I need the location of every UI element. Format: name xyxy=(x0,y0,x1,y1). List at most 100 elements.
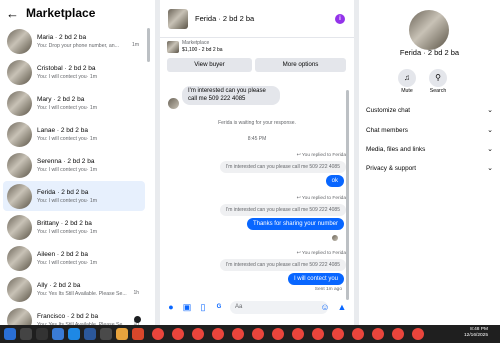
scrollbar[interactable] xyxy=(346,90,349,300)
conversation-preview: You: I will contect you· 1m xyxy=(37,228,98,235)
chrome-icon[interactable] xyxy=(292,328,304,340)
chevron-down-icon: ⌄ xyxy=(487,107,493,114)
emoji-icon[interactable]: ☺ xyxy=(320,302,330,312)
task-view-icon[interactable] xyxy=(36,328,48,340)
conversation-item[interactable]: Cristobal · 2 bd 2 ba You: I will contect… xyxy=(3,57,145,87)
unread-dot xyxy=(134,316,141,323)
listing-price: $1,100 - 2 bd 2 ba xyxy=(182,46,223,53)
view-buyer-button[interactable]: View buyer xyxy=(167,58,252,72)
chrome-icon[interactable] xyxy=(212,328,224,340)
conversation-preview: You: Drop your phone number, an... xyxy=(37,42,119,49)
listing-summary[interactable]: Marketplace $1,100 - 2 bd 2 ba xyxy=(167,40,223,53)
replied-label: ↩ You replied to Ferida xyxy=(296,251,346,256)
conversation-item[interactable]: Francisco · 2 bd 2 ba You: Yes Its Still … xyxy=(3,305,145,325)
info-icon[interactable]: i xyxy=(335,14,345,24)
conversation-list-pane: ← Marketplace Maria · 2 bd 2 ba You: Drop… xyxy=(0,0,155,325)
conversation-item[interactable]: Serenna · 2 bd 2 ba You: I will contect y… xyxy=(3,150,145,180)
avatar xyxy=(7,183,32,209)
search-icon[interactable] xyxy=(20,328,32,340)
chrome-icon[interactable] xyxy=(412,328,424,340)
arrow-left-icon[interactable]: ← xyxy=(6,6,19,21)
thumbs-up-icon[interactable]: ▲ xyxy=(337,302,347,312)
microphone-icon[interactable]: ● xyxy=(166,302,176,312)
bell-icon[interactable]: ♫ xyxy=(398,69,416,87)
chrome-icon[interactable] xyxy=(352,328,364,340)
quoted-message: I'm interested can you please call me 50… xyxy=(219,204,346,216)
conversation-name: Ferida · 2 bd 2 ba xyxy=(37,188,89,196)
page-title: Marketplace xyxy=(26,6,96,20)
app-icon[interactable] xyxy=(132,328,144,340)
section-media-files[interactable]: Media, files and links ⌄ xyxy=(366,146,493,153)
time-divider: 8:45 PM xyxy=(247,136,267,142)
conversation-item[interactable]: Mary · 2 bd 2 ba You: I will contect you·… xyxy=(3,88,145,118)
gif-icon[interactable]: G xyxy=(214,302,224,312)
conversation-item[interactable]: Ferida · 2 bd 2 ba You: I will contect yo… xyxy=(3,181,145,211)
clock-date: 12/16/2025 xyxy=(463,333,488,338)
app-icon[interactable] xyxy=(84,328,96,340)
section-customize-chat[interactable]: Customize chat ⌄ xyxy=(366,107,493,114)
incoming-message[interactable]: I'm interested can you please call me 50… xyxy=(182,86,280,105)
more-options-button[interactable]: More options xyxy=(255,58,346,72)
chrome-icon[interactable] xyxy=(192,328,204,340)
quoted-message: I'm interested can you please call me 50… xyxy=(219,259,346,271)
folder-icon[interactable] xyxy=(116,328,128,340)
message-input[interactable]: Aa xyxy=(230,301,328,314)
sticker-icon[interactable]: ▯ xyxy=(198,302,208,312)
start-icon[interactable] xyxy=(4,328,16,340)
conversation-item[interactable]: Brittany · 2 bd 2 ba You: I will contect … xyxy=(3,212,145,242)
replied-label: ↩ You replied to Ferida xyxy=(296,196,346,201)
conversation-name: Francisco · 2 bd 2 ba xyxy=(37,312,99,320)
chrome-icon[interactable] xyxy=(232,328,244,340)
message-thread: I'm interested can you please call me 50… xyxy=(160,76,354,296)
outgoing-message[interactable]: ok xyxy=(325,175,344,187)
avatar xyxy=(7,121,32,147)
chat-title[interactable]: Ferida · 2 bd 2 ba xyxy=(195,14,254,23)
info-title: Ferida · 2 bd 2 ba xyxy=(399,48,460,57)
avatar xyxy=(7,152,32,178)
replied-label: ↩ You replied to Ferida xyxy=(296,153,346,158)
conversation-name: Maria · 2 bd 2 ba xyxy=(37,33,87,41)
composer: ● ▣ ▯ G Aa ☺ ▲ xyxy=(160,298,354,318)
conversation-preview: You: I will contect you· 1m xyxy=(37,259,98,266)
chrome-icon[interactable] xyxy=(152,328,164,340)
read-receipt-avatar xyxy=(332,235,338,241)
app-icon[interactable] xyxy=(100,328,112,340)
section-privacy-support[interactable]: Privacy & support ⌄ xyxy=(366,165,493,172)
waiting-notice: Ferida is waiting for your response. xyxy=(218,120,296,126)
left-header: ← Marketplace xyxy=(0,0,155,26)
conversation-name: Brittany · 2 bd 2 ba xyxy=(37,219,92,227)
app-icon[interactable] xyxy=(68,328,80,340)
avatar[interactable] xyxy=(409,10,449,50)
outgoing-message[interactable]: Thanks for sharing your number xyxy=(246,218,344,230)
avatar xyxy=(168,98,179,109)
chrome-icon[interactable] xyxy=(392,328,404,340)
conversation-preview: You: Yes Its Still Available. Please Se.… xyxy=(37,290,127,297)
chrome-icon[interactable] xyxy=(272,328,284,340)
quoted-message: I'm interested can you please call me 50… xyxy=(219,161,346,173)
taskbar: 8:48 PM 12/16/2025 xyxy=(0,325,500,343)
image-icon[interactable]: ▣ xyxy=(182,302,192,312)
search-icon[interactable]: ⚲ xyxy=(429,69,447,87)
chrome-icon[interactable] xyxy=(312,328,324,340)
conversation-item[interactable]: Maria · 2 bd 2 ba You: Drop your phone nu… xyxy=(3,26,145,56)
system-clock[interactable]: 8:48 PM 12/16/2025 xyxy=(464,327,488,339)
avatar xyxy=(7,245,32,271)
avatar[interactable] xyxy=(168,8,188,29)
outgoing-message[interactable]: I will contect you xyxy=(287,273,344,285)
chat-info-pane: Ferida · 2 bd 2 ba ♫ Mute ⚲ Search Custo… xyxy=(359,0,500,325)
conversation-item[interactable]: Aileen · 2 bd 2 ba You: I will contect yo… xyxy=(3,243,145,273)
conversation-preview: You: I will contect you· 1m xyxy=(37,104,98,111)
conversation-item[interactable]: Ally · 2 bd 2 ba You: Yes Its Still Avail… xyxy=(3,274,145,304)
chrome-icon[interactable] xyxy=(252,328,264,340)
conversation-item[interactable]: Lanae · 2 bd 2 ba You: I will contect you… xyxy=(3,119,145,149)
conversation-name: Lanae · 2 bd 2 ba xyxy=(37,126,88,134)
avatar xyxy=(7,214,32,240)
avatar xyxy=(7,28,32,54)
scrollbar[interactable] xyxy=(147,28,150,62)
app-icon[interactable] xyxy=(52,328,64,340)
section-chat-members[interactable]: Chat members ⌄ xyxy=(366,127,493,134)
chrome-icon[interactable] xyxy=(332,328,344,340)
chrome-icon[interactable] xyxy=(372,328,384,340)
chat-header: Ferida · 2 bd 2 ba i xyxy=(160,0,354,38)
chrome-icon[interactable] xyxy=(172,328,184,340)
